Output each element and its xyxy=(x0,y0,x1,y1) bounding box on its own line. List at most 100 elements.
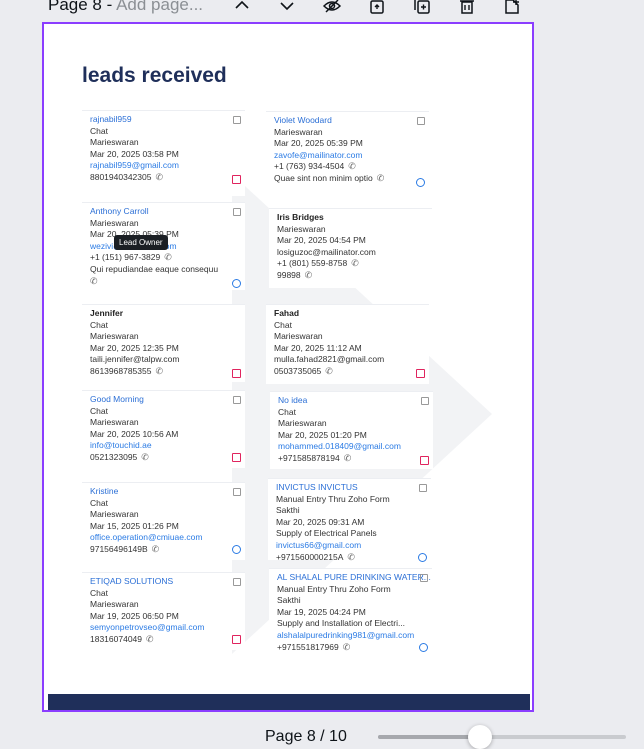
lead-card[interactable]: No idea Chat Marieswaran Mar 20, 2025 01… xyxy=(270,391,433,469)
zoom-slider[interactable] xyxy=(378,735,626,739)
phone-icon[interactable]: ✆ xyxy=(152,544,160,556)
add-icon[interactable] xyxy=(232,545,241,554)
lead-date: Mar 20, 2025 12:35 PM xyxy=(90,342,179,353)
phone-icon[interactable]: ✆ xyxy=(155,172,163,184)
page-heading[interactable]: leads received xyxy=(82,64,227,88)
lead-owner: Marieswaran xyxy=(277,223,326,234)
select-checkbox[interactable] xyxy=(420,574,428,582)
select-checkbox[interactable] xyxy=(417,117,425,125)
lead-name: Anthony Carroll xyxy=(90,206,149,216)
footer-band xyxy=(48,694,530,710)
select-checkbox[interactable] xyxy=(233,488,241,496)
page-title[interactable]: Page 8 - Add page... xyxy=(48,0,203,15)
lead-name: Kristine xyxy=(90,486,119,496)
select-checkbox[interactable] xyxy=(233,578,241,586)
lead-email: mohammed.018409@gmail.com xyxy=(278,441,401,452)
lead-phone-row: ✆ xyxy=(90,276,245,288)
phone-icon[interactable]: ✆ xyxy=(347,552,355,564)
phone-icon[interactable]: ✆ xyxy=(164,252,172,264)
phone-icon[interactable]: ✆ xyxy=(155,366,163,378)
chevron-up-icon[interactable] xyxy=(231,0,253,16)
lead-name: Fahad xyxy=(274,308,300,318)
page-number-label: Page 8 - xyxy=(48,0,117,14)
page-indicator[interactable]: Page 8 / 10 xyxy=(265,728,347,746)
lead-card[interactable]: rajnabil959 Chat Marieswaran Mar 20, 202… xyxy=(82,110,245,196)
lead-card[interactable]: INVICTUS INVICTUS Manual Entry Thru Zoho… xyxy=(268,478,431,562)
lock-icon[interactable] xyxy=(366,0,388,16)
lead-card[interactable]: Fahad Chat Marieswaran Mar 20, 2025 11:1… xyxy=(266,304,429,384)
lead-source: Manual Entry Thru Zoho Form xyxy=(276,493,390,504)
task-icon[interactable] xyxy=(232,175,241,184)
phone-icon[interactable]: ✆ xyxy=(351,258,359,270)
zoom-slider-thumb[interactable] xyxy=(467,725,492,749)
select-checkbox[interactable] xyxy=(419,484,427,492)
lead-source: Chat xyxy=(90,587,108,598)
lead-owner: Marieswaran xyxy=(278,418,327,429)
add-icon[interactable] xyxy=(416,178,425,187)
task-icon[interactable] xyxy=(232,453,241,462)
lead-phone-row: 0521323095 ✆ xyxy=(90,452,245,464)
phone-icon[interactable]: ✆ xyxy=(305,270,313,282)
lead-phone-primary: +1 (801) 559-8758 xyxy=(277,258,348,269)
phone-icon[interactable]: ✆ xyxy=(325,366,333,378)
add-page-icon[interactable] xyxy=(501,0,523,16)
lead-card[interactable]: Kristine Chat Marieswaran Mar 15, 2025 0… xyxy=(82,482,245,560)
lead-phone-row: 99898 ✆ xyxy=(277,270,432,282)
lead-owner: Marieswaran xyxy=(274,126,323,137)
lead-description: Quae sint non minim optio xyxy=(274,172,373,183)
zoom-slider-fill xyxy=(378,735,480,739)
duplicate-page-icon[interactable] xyxy=(411,0,433,16)
lead-owner: Sakthi xyxy=(277,595,301,606)
lead-phone: +971560000215A xyxy=(276,551,344,562)
lead-source: Chat xyxy=(90,125,108,136)
lead-date: Mar 20, 2025 01:20 PM xyxy=(278,429,367,440)
phone-icon[interactable]: ✆ xyxy=(344,453,352,465)
task-icon[interactable] xyxy=(232,635,241,644)
add-icon[interactable] xyxy=(419,643,428,652)
selected-page-canvas[interactable]: leads received rajnabil959 Chat Marieswa… xyxy=(42,22,534,712)
lead-source: Chat xyxy=(90,319,108,330)
phone-icon[interactable]: ✆ xyxy=(348,161,356,173)
add-icon[interactable] xyxy=(418,553,427,562)
phone-icon[interactable]: ✆ xyxy=(90,276,98,288)
task-icon[interactable] xyxy=(416,369,425,378)
phone-icon[interactable]: ✆ xyxy=(343,642,351,654)
task-icon[interactable] xyxy=(420,456,429,465)
lead-requirement: Supply of Electrical Panels xyxy=(276,528,377,539)
lead-date: Mar 15, 2025 01:26 PM xyxy=(90,520,179,531)
lead-owner: Marieswaran xyxy=(90,217,139,228)
lead-phone-row: +971551817969 ✆ xyxy=(277,642,432,654)
select-checkbox[interactable] xyxy=(233,116,241,124)
lead-card[interactable]: Good Morning Chat Marieswaran Mar 20, 20… xyxy=(82,390,245,468)
lead-card[interactable]: Jennifer Chat Marieswaran Mar 20, 2025 1… xyxy=(82,304,245,382)
delete-icon[interactable] xyxy=(456,0,478,16)
lead-card[interactable]: Iris Bridges Marieswaran Mar 20, 2025 04… xyxy=(269,208,432,288)
select-checkbox[interactable] xyxy=(233,396,241,404)
lead-source: Chat xyxy=(90,405,108,416)
chevron-down-icon[interactable] xyxy=(276,0,298,16)
page-navigation-bar: Page 8 / 10 xyxy=(0,720,644,749)
lead-card[interactable]: ETIQAD SOLUTIONS Chat Marieswaran Mar 19… xyxy=(82,572,245,650)
select-checkbox[interactable] xyxy=(233,208,241,216)
hide-icon[interactable] xyxy=(321,0,343,16)
lead-date: Mar 20, 2025 10:56 AM xyxy=(90,428,179,439)
page-content: leads received rajnabil959 Chat Marieswa… xyxy=(44,24,532,710)
phone-icon[interactable]: ✆ xyxy=(146,634,154,646)
task-icon[interactable] xyxy=(232,369,241,378)
lead-name: ETIQAD SOLUTIONS xyxy=(90,576,174,586)
add-icon[interactable] xyxy=(232,279,241,288)
lead-card[interactable]: Violet Woodard Marieswaran Mar 20, 2025 … xyxy=(266,111,429,189)
phone-icon[interactable]: ✆ xyxy=(141,452,149,464)
lead-source: Chat xyxy=(278,406,296,417)
page-title-input[interactable]: Add page... xyxy=(116,0,203,14)
phone-icon[interactable]: ✆ xyxy=(377,173,385,185)
lead-description: Qui repudiandae eaque consequu xyxy=(90,263,219,274)
lead-phone: 97156496149B xyxy=(90,543,148,554)
lead-card[interactable]: AL SHALAL PURE DRINKING WATER... Manual … xyxy=(269,568,432,652)
lead-email: taili.jennifer@talpw.com xyxy=(90,354,180,365)
lead-phone-row: +1 (151) 967-3829 ✆ xyxy=(90,252,245,264)
page-header: Page 8 - Add page... xyxy=(0,0,644,20)
select-checkbox[interactable] xyxy=(421,397,429,405)
lead-email: info@touchid.ae xyxy=(90,440,152,451)
lead-phone: +971585878194 xyxy=(278,452,340,463)
